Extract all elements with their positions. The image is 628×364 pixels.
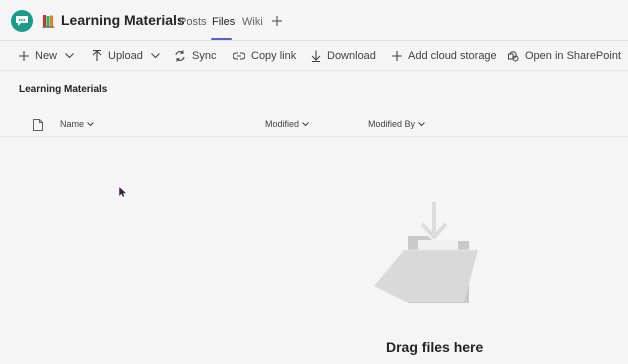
chevron-down-icon	[150, 53, 160, 59]
download-button[interactable]: Download	[311, 48, 376, 64]
sync-button[interactable]: Sync	[174, 48, 216, 64]
open-in-sharepoint-button[interactable]: Open in SharePoint	[508, 48, 621, 64]
upload-icon	[92, 50, 102, 61]
add-cloud-storage-button[interactable]: Add cloud storage	[392, 48, 497, 64]
sharepoint-icon	[508, 50, 519, 61]
tab-wiki[interactable]: Wiki	[242, 16, 263, 28]
toolbar-divider	[0, 70, 628, 71]
sync-button-label: Sync	[192, 50, 217, 62]
open-in-sharepoint-button-label: Open in SharePoint	[525, 50, 622, 62]
column-header-modified-by-label: Modified By	[368, 119, 416, 129]
header-divider	[0, 40, 628, 41]
column-header-name-label: Name	[60, 119, 85, 129]
channel-title: Learning Materials	[61, 12, 185, 28]
chevron-down-icon	[302, 121, 309, 126]
column-header-modified[interactable]: Modified	[265, 119, 309, 129]
new-button-label: New	[35, 50, 58, 62]
empty-folder-illustration-icon	[368, 200, 483, 310]
plus-icon	[392, 51, 402, 61]
channel-header: Learning Materials Posts Files Wiki	[0, 0, 628, 40]
download-icon	[311, 50, 321, 62]
upload-button-label: Upload	[108, 50, 143, 62]
upload-button[interactable]: Upload	[92, 48, 160, 64]
link-icon	[233, 52, 245, 60]
tab-files[interactable]: Files	[212, 16, 235, 28]
copy-link-button[interactable]: Copy link	[233, 48, 296, 64]
plus-icon	[19, 51, 29, 61]
chevron-down-icon	[65, 53, 74, 59]
chevron-down-icon	[418, 121, 425, 126]
column-header-modified-by[interactable]: Modified By	[368, 119, 425, 129]
download-button-label: Download	[327, 50, 376, 62]
add-cloud-storage-button-label: Add cloud storage	[408, 50, 497, 62]
tab-posts[interactable]: Posts	[179, 16, 207, 28]
empty-state-message: Drag files here	[386, 339, 484, 355]
file-type-column-icon[interactable]	[33, 118, 43, 136]
sync-icon	[175, 50, 185, 62]
column-header-name[interactable]: Name	[60, 119, 94, 129]
chevron-down-icon	[87, 121, 94, 126]
new-button[interactable]: New	[19, 48, 74, 64]
document-library-title: Learning Materials	[19, 84, 108, 95]
mouse-pointer-icon	[119, 184, 127, 202]
teams-app-logo-icon[interactable]	[11, 10, 33, 32]
books-icon	[42, 14, 56, 28]
add-tab-plus-icon[interactable]	[271, 14, 283, 26]
column-header-divider	[0, 136, 628, 137]
column-header-modified-label: Modified	[265, 119, 300, 129]
copy-link-button-label: Copy link	[251, 50, 297, 62]
